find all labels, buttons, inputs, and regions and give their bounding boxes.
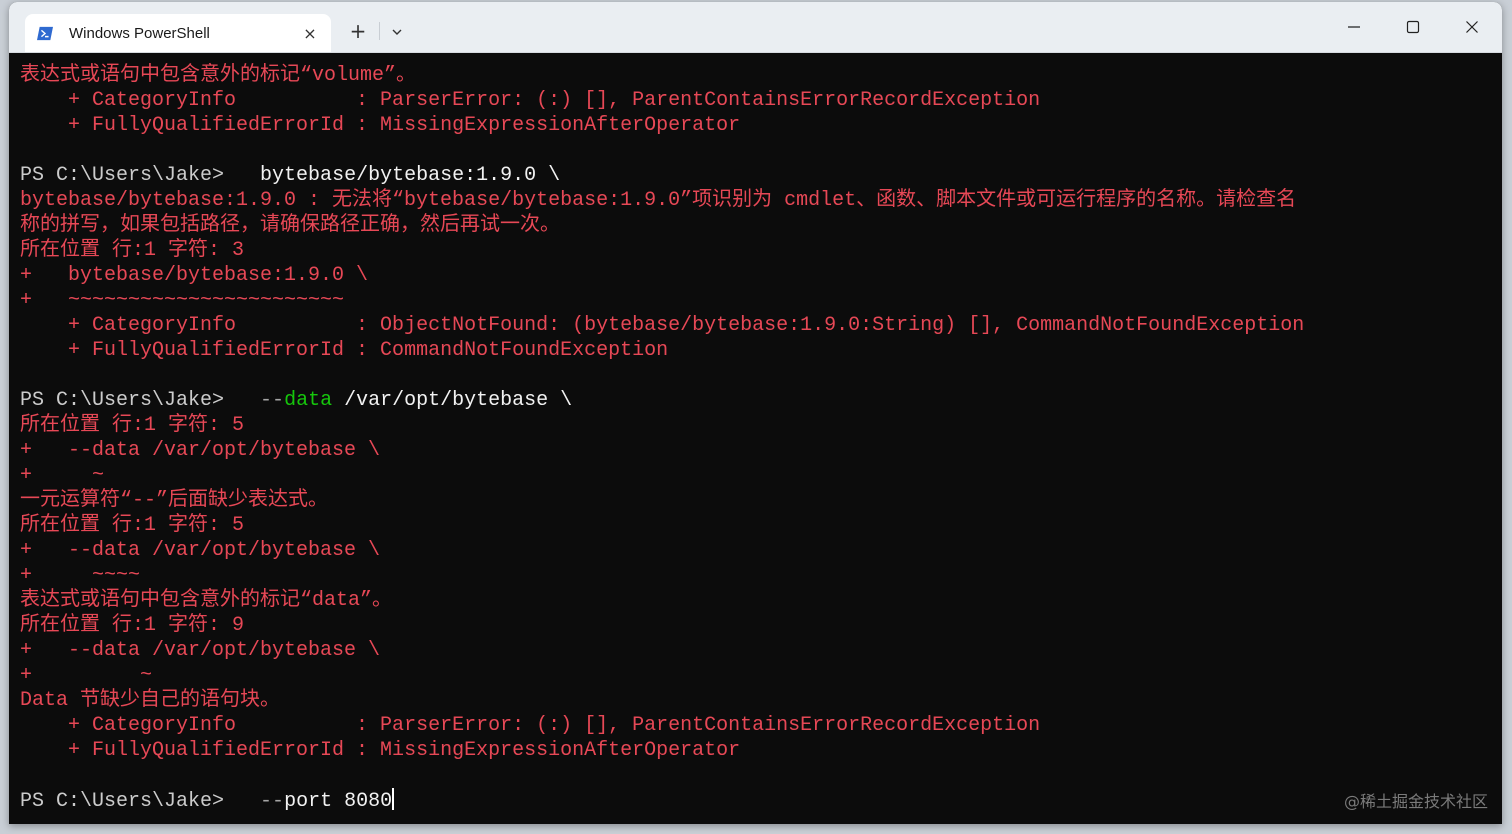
command-text: -- <box>236 389 285 412</box>
prompt-text: PS C:\Users\Jake> <box>20 790 237 813</box>
new-tab-button[interactable]: + <box>347 20 369 42</box>
error-text: 称的拼写，如果包括路径，请确保路径正确，然后再试一次。 <box>20 214 560 237</box>
terminal-line: bytebase/bytebase:1.9.0 : 无法将“bytebase/b… <box>20 188 1296 213</box>
error-text: + CategoryInfo : ParserError: (:) [], Pa… <box>20 714 1041 737</box>
error-text: 所在位置 行:1 字符: 5 <box>20 514 245 537</box>
terminal-line: PS C:\Users\Jake> --port 8080 <box>20 788 395 813</box>
error-text: 所在位置 行:1 字符: 3 <box>20 239 245 262</box>
command-text: /var/opt/bytebase \ <box>332 389 573 412</box>
close-window-button[interactable] <box>1449 10 1495 44</box>
error-text: 所在位置 行:1 字符: 9 <box>20 614 245 637</box>
terminal-line: + --data /var/opt/bytebase \ <box>20 538 380 563</box>
error-text: + FullyQualifiedErrorId : MissingExpress… <box>20 114 741 137</box>
close-tab-icon[interactable]: × <box>301 24 319 43</box>
terminal-line: + FullyQualifiedErrorId : CommandNotFoun… <box>20 338 668 363</box>
command-text: data <box>284 389 333 412</box>
terminal-line: 表达式或语句中包含意外的标记“volume”。 <box>20 63 416 88</box>
error-text: + ~~~~~~~~~~~~~~~~~~~~~~~ <box>20 289 345 312</box>
terminal-line: PS C:\Users\Jake> bytebase/bytebase:1.9.… <box>20 163 560 188</box>
error-text: 所在位置 行:1 字符: 5 <box>20 414 245 437</box>
terminal-line: + CategoryInfo : ParserError: (:) [], Pa… <box>20 88 1040 113</box>
terminal-output[interactable]: 表达式或语句中包含意外的标记“volume”。 + CategoryInfo :… <box>9 63 1502 823</box>
error-text: + ~ <box>20 664 153 687</box>
error-text: + CategoryInfo : ObjectNotFound: (byteba… <box>20 314 1305 337</box>
error-text: + ~~~~ <box>20 564 141 587</box>
terminal-line: 一元运算符“--”后面缺少表达式。 <box>20 488 328 513</box>
watermark: @稀土掘金技术社区 <box>1343 792 1488 811</box>
error-text: + --data /var/opt/bytebase \ <box>20 639 381 662</box>
text-cursor <box>392 788 395 810</box>
terminal-line: Data 节缺少自己的语句块。 <box>20 688 280 713</box>
terminal-line: + ~ <box>20 463 104 488</box>
minimize-icon <box>1348 26 1360 28</box>
maximize-icon <box>1406 20 1420 34</box>
terminal-line: 所在位置 行:1 字符: 3 <box>20 238 244 263</box>
terminal-line: 表达式或语句中包含意外的标记“data”。 <box>20 588 392 613</box>
error-text: 表达式或语句中包含意外的标记“data”。 <box>20 589 393 612</box>
terminal-line: PS C:\Users\Jake> --data /var/opt/byteba… <box>20 388 572 413</box>
maximize-button[interactable] <box>1390 10 1436 44</box>
tab-title: Windows PowerShell <box>69 24 210 42</box>
error-text: + FullyQualifiedErrorId : MissingExpress… <box>20 739 741 762</box>
terminal-line: 所在位置 行:1 字符: 9 <box>20 613 244 638</box>
terminal-line: + FullyQualifiedErrorId : MissingExpress… <box>20 738 740 763</box>
minimize-button[interactable] <box>1331 10 1377 44</box>
tab-windows-powershell[interactable]: Windows PowerShell × <box>25 14 331 52</box>
error-text: + --data /var/opt/bytebase \ <box>20 539 381 562</box>
terminal-line: + bytebase/bytebase:1.9.0 \ <box>20 263 368 288</box>
prompt-text: PS C:\Users\Jake> <box>20 389 237 412</box>
error-text: 表达式或语句中包含意外的标记“volume”。 <box>20 64 417 87</box>
error-text: + bytebase/bytebase:1.9.0 \ <box>20 264 369 287</box>
prompt-text: PS C:\Users\Jake> <box>20 164 237 187</box>
error-text: + CategoryInfo : ParserError: (:) [], Pa… <box>20 89 1041 112</box>
terminal-line: 所在位置 行:1 字符: 5 <box>20 413 244 438</box>
powershell-window: Windows PowerShell × + 表达式或语句中包含意外的标记“vo… <box>9 2 1502 824</box>
terminal-line: + ~~~~~~~~~~~~~~~~~~~~~~~ <box>20 288 344 313</box>
chevron-down-icon[interactable] <box>387 22 407 42</box>
terminal-line: + CategoryInfo : ObjectNotFound: (byteba… <box>20 313 1304 338</box>
error-text: bytebase/bytebase:1.9.0 : 无法将“bytebase/b… <box>20 189 1297 212</box>
terminal-line: + CategoryInfo : ParserError: (:) [], Pa… <box>20 713 1040 738</box>
command-text: -- <box>236 790 285 813</box>
terminal-line: + ~~~~ <box>20 563 140 588</box>
error-text: + FullyQualifiedErrorId : CommandNotFoun… <box>20 339 669 362</box>
terminal-line: + --data /var/opt/bytebase \ <box>20 638 380 663</box>
terminal-line: + --data /var/opt/bytebase \ <box>20 438 380 463</box>
close-icon <box>1466 21 1478 33</box>
terminal-line: 称的拼写，如果包括路径，请确保路径正确，然后再试一次。 <box>20 213 560 238</box>
powershell-icon <box>37 26 53 41</box>
terminal-line: 所在位置 行:1 字符: 5 <box>20 513 244 538</box>
terminal-line: + ~ <box>20 663 152 688</box>
tab-divider <box>379 22 380 40</box>
title-bar: Windows PowerShell × + <box>9 2 1502 53</box>
error-text: + ~ <box>20 464 105 487</box>
error-text: 一元运算符“--”后面缺少表达式。 <box>20 489 329 512</box>
error-text: + --data /var/opt/bytebase \ <box>20 439 381 462</box>
terminal-line: + FullyQualifiedErrorId : MissingExpress… <box>20 113 740 138</box>
command-text: port 8080 <box>284 790 393 813</box>
command-text: bytebase/bytebase:1.9.0 \ <box>236 164 561 187</box>
error-text: Data 节缺少自己的语句块。 <box>20 689 281 712</box>
